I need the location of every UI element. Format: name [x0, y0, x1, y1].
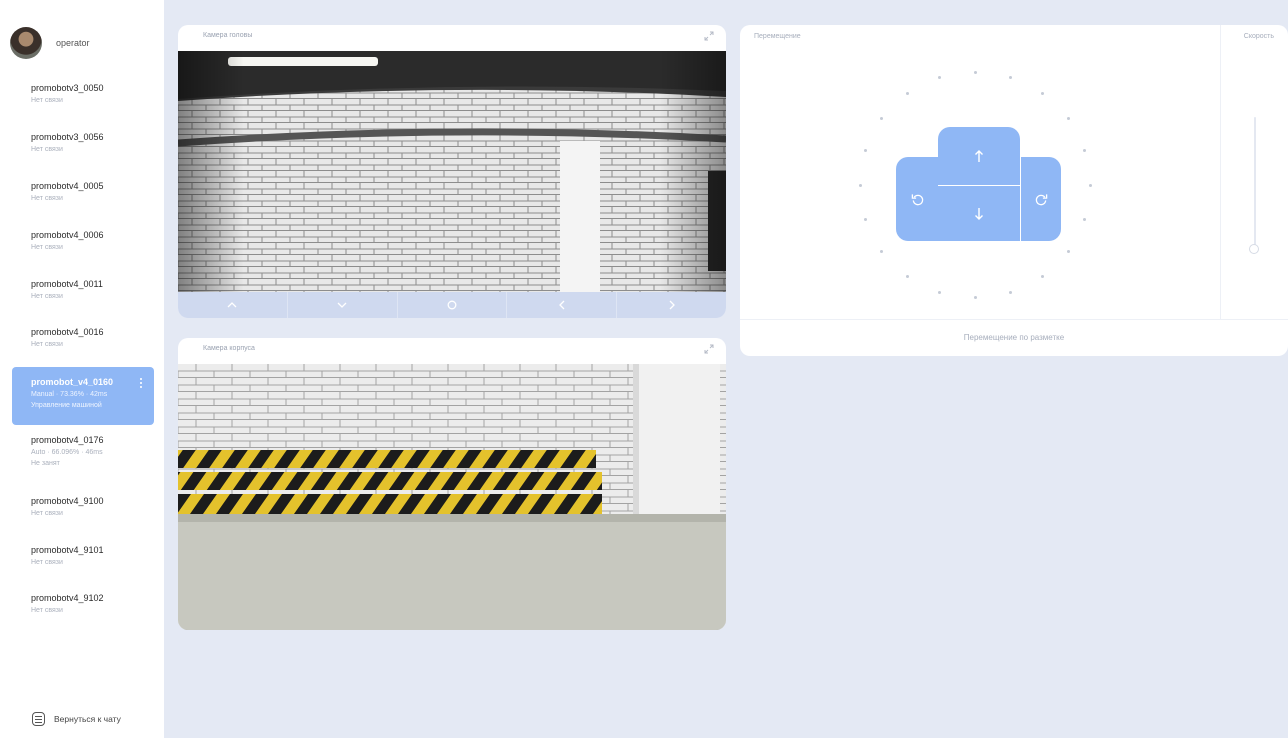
- robot-status: Manual · 73.36% · 42ms: [31, 391, 108, 398]
- arrow-down-icon: [975, 207, 983, 220]
- robot-list-item-active[interactable]: promobot_v4_0160 Manual · 73.36% · 42ms …: [12, 367, 154, 425]
- direction-dot: [905, 274, 909, 278]
- speed-slider-track[interactable]: [1254, 117, 1256, 249]
- direction-dot: [1082, 218, 1086, 222]
- direction-dot: [864, 218, 868, 222]
- circle-icon: [447, 300, 457, 310]
- direction-dot: [1066, 117, 1070, 121]
- head-camera-feed: [178, 51, 726, 292]
- rotate-right-icon: [1035, 193, 1047, 205]
- backward-button[interactable]: [938, 186, 1020, 241]
- speed-title: Скорость: [1243, 33, 1274, 40]
- body-camera-feed: [178, 364, 726, 630]
- direction-dot: [1041, 274, 1045, 278]
- robot-name: promobotv4_0016: [31, 327, 104, 337]
- avatar: [10, 27, 42, 59]
- sidebar: operator promobotv3_0050 Нет связи promo…: [0, 0, 164, 738]
- rotate-left-button[interactable]: [896, 157, 938, 241]
- movement-title: Перемещение: [754, 33, 801, 40]
- robot-status: Нет связи: [31, 607, 63, 614]
- chevron-down-icon: [337, 302, 347, 308]
- direction-dot: [1041, 92, 1045, 96]
- robot-status: Нет связи: [31, 146, 63, 153]
- direction-dot: [937, 76, 941, 80]
- direction-dot: [880, 249, 884, 253]
- more-vertical-icon[interactable]: [140, 377, 142, 389]
- direction-dot: [973, 70, 977, 74]
- divider: [1220, 25, 1221, 319]
- robot-status: Auto · 66.096% · 46ms: [31, 449, 103, 456]
- robot-name: promobotv3_0050: [31, 83, 104, 93]
- direction-dot: [937, 290, 941, 294]
- divider: [740, 319, 1288, 320]
- camera-tilt-up-button[interactable]: [178, 292, 288, 318]
- robot-name: promobotv4_0006: [31, 230, 104, 240]
- robot-list-item[interactable]: promobotv4_9102 Нет связи: [12, 591, 154, 616]
- direction-dot: [905, 92, 909, 96]
- direction-dot: [864, 148, 868, 152]
- robot-activity: Не занят: [31, 460, 60, 467]
- speed-slider-thumb[interactable]: [1249, 244, 1259, 254]
- rotate-right-button[interactable]: [1021, 157, 1061, 241]
- robot-list-item[interactable]: promobotv4_0005 Нет связи: [12, 179, 154, 204]
- direction-dot: [1088, 183, 1092, 187]
- robot-list-item[interactable]: promobotv3_0056 Нет связи: [12, 130, 154, 155]
- robot-status: Нет связи: [31, 510, 63, 517]
- return-to-chat-label: Вернуться к чату: [54, 714, 121, 724]
- chevron-left-icon: [558, 300, 565, 310]
- direction-dot: [973, 296, 977, 300]
- camera-tilt-down-button[interactable]: [288, 292, 398, 318]
- robot-name: promobotv4_0176: [31, 435, 104, 445]
- robot-name: promobotv4_9102: [31, 593, 104, 603]
- head-camera-panel: Камера головы: [178, 25, 726, 318]
- user-profile[interactable]: operator: [10, 26, 90, 60]
- chat-icon: [32, 712, 45, 726]
- robot-list-item[interactable]: promobotv4_9100 Нет связи: [12, 494, 154, 519]
- robot-name: promobotv4_9100: [31, 496, 104, 506]
- robot-name: promobotv4_0011: [31, 279, 103, 289]
- user-name: operator: [56, 38, 90, 48]
- robot-status: Нет связи: [31, 559, 63, 566]
- camera-pan-left-button[interactable]: [507, 292, 618, 318]
- arrow-up-icon: [975, 150, 983, 162]
- direction-dot: [1009, 76, 1013, 80]
- chevron-right-icon: [669, 300, 675, 310]
- robot-activity: Управление машиной: [31, 402, 102, 409]
- robot-name: promobot_v4_0160: [31, 377, 114, 387]
- direction-dot: [1082, 148, 1086, 152]
- camera-center-button[interactable]: [398, 292, 508, 318]
- robot-name: promobotv4_0005: [31, 181, 104, 191]
- robot-status: Нет связи: [31, 195, 63, 202]
- body-camera-panel: Камера корпуса: [178, 338, 726, 630]
- chevron-up-icon: [227, 302, 237, 308]
- robot-list-item[interactable]: promobotv4_0176 Auto · 66.096% · 46ms Не…: [12, 433, 154, 469]
- robot-status: Нет связи: [31, 341, 63, 348]
- panel-title: Камера корпуса: [203, 345, 255, 352]
- camera-controls: [178, 292, 726, 318]
- rotate-left-icon: [911, 193, 923, 205]
- expand-icon[interactable]: [704, 31, 714, 41]
- movement-panel: Перемещение Скорость Перемещение по разм…: [740, 25, 1288, 356]
- robot-status: Нет связи: [31, 97, 63, 104]
- robot-list-item[interactable]: promobotv4_0006 Нет связи: [12, 228, 154, 253]
- expand-icon[interactable]: [704, 344, 714, 354]
- robot-name: promobotv4_9101: [31, 545, 104, 555]
- move-by-markers-label[interactable]: Перемещение по разметке: [740, 333, 1288, 342]
- direction-dot: [858, 183, 862, 187]
- direction-dot: [1066, 249, 1070, 253]
- direction-dot: [880, 117, 884, 121]
- return-to-chat-button[interactable]: Вернуться к чату: [32, 712, 121, 726]
- camera-pan-right-button[interactable]: [617, 292, 726, 318]
- robot-list-item[interactable]: promobotv4_0011 Нет связи: [12, 277, 154, 302]
- robot-name: promobotv3_0056: [31, 132, 104, 142]
- robot-status: Нет связи: [31, 244, 63, 251]
- panel-title: Камера головы: [203, 32, 253, 39]
- forward-button[interactable]: [938, 127, 1020, 185]
- robot-list-item[interactable]: promobotv4_9101 Нет связи: [12, 543, 154, 568]
- direction-dot: [1009, 290, 1013, 294]
- robot-status: Нет связи: [31, 293, 63, 300]
- robot-list-item[interactable]: promobotv3_0050 Нет связи: [12, 81, 154, 106]
- robot-list-item[interactable]: promobotv4_0016 Нет связи: [12, 325, 154, 350]
